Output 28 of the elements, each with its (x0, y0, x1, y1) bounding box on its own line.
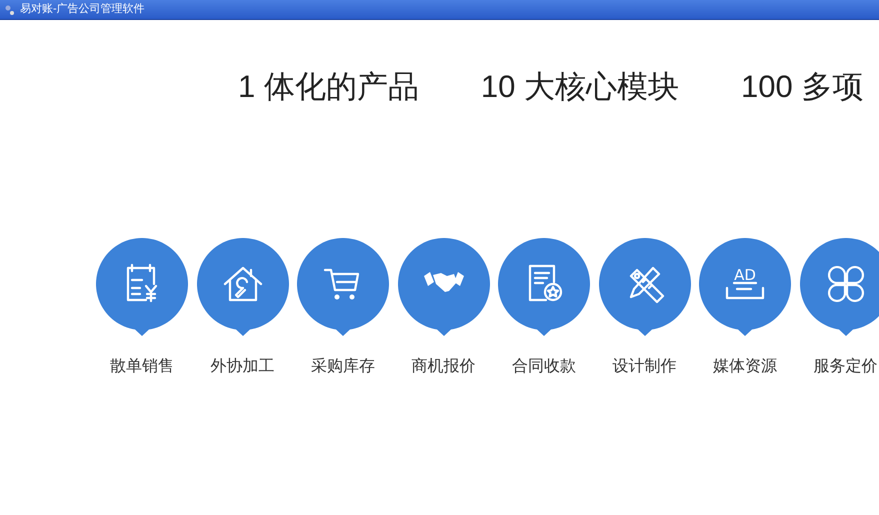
module-label: 散单销售 (110, 356, 174, 376)
ad-text: AD (734, 266, 756, 284)
module-label: 服务定价 (814, 356, 878, 376)
house-wrench-icon (224, 268, 260, 300)
headline-text: 100 多项 (740, 68, 864, 106)
module-label: 外协加工 (210, 356, 274, 376)
module-button[interactable]: AD (699, 238, 791, 336)
module-label: 采购库存 (311, 356, 375, 376)
module-button[interactable] (498, 238, 590, 336)
app-icon (4, 4, 16, 16)
contract-icon (530, 266, 561, 300)
module-label: 商机报价 (412, 356, 476, 376)
pencil-ruler-icon (630, 268, 662, 302)
module-label: 媒体资源 (713, 356, 777, 376)
headline-text: 10 大核心模块 (480, 68, 679, 106)
headline-text: 1 体化的产品 (238, 68, 419, 106)
module-button[interactable] (297, 238, 389, 336)
receipt-icon (128, 264, 156, 300)
module-button[interactable] (196, 238, 288, 336)
module-label: 设计制作 (612, 356, 676, 376)
cart-icon (325, 270, 358, 299)
module-button[interactable] (800, 238, 879, 336)
module-label: 合同收款 (512, 356, 576, 376)
window-title: 易对账-广告公司管理软件 (20, 4, 145, 15)
four-petal-icon (828, 266, 862, 300)
module-button[interactable] (598, 238, 690, 336)
module-button[interactable] (96, 238, 188, 336)
module-button[interactable] (398, 238, 490, 336)
